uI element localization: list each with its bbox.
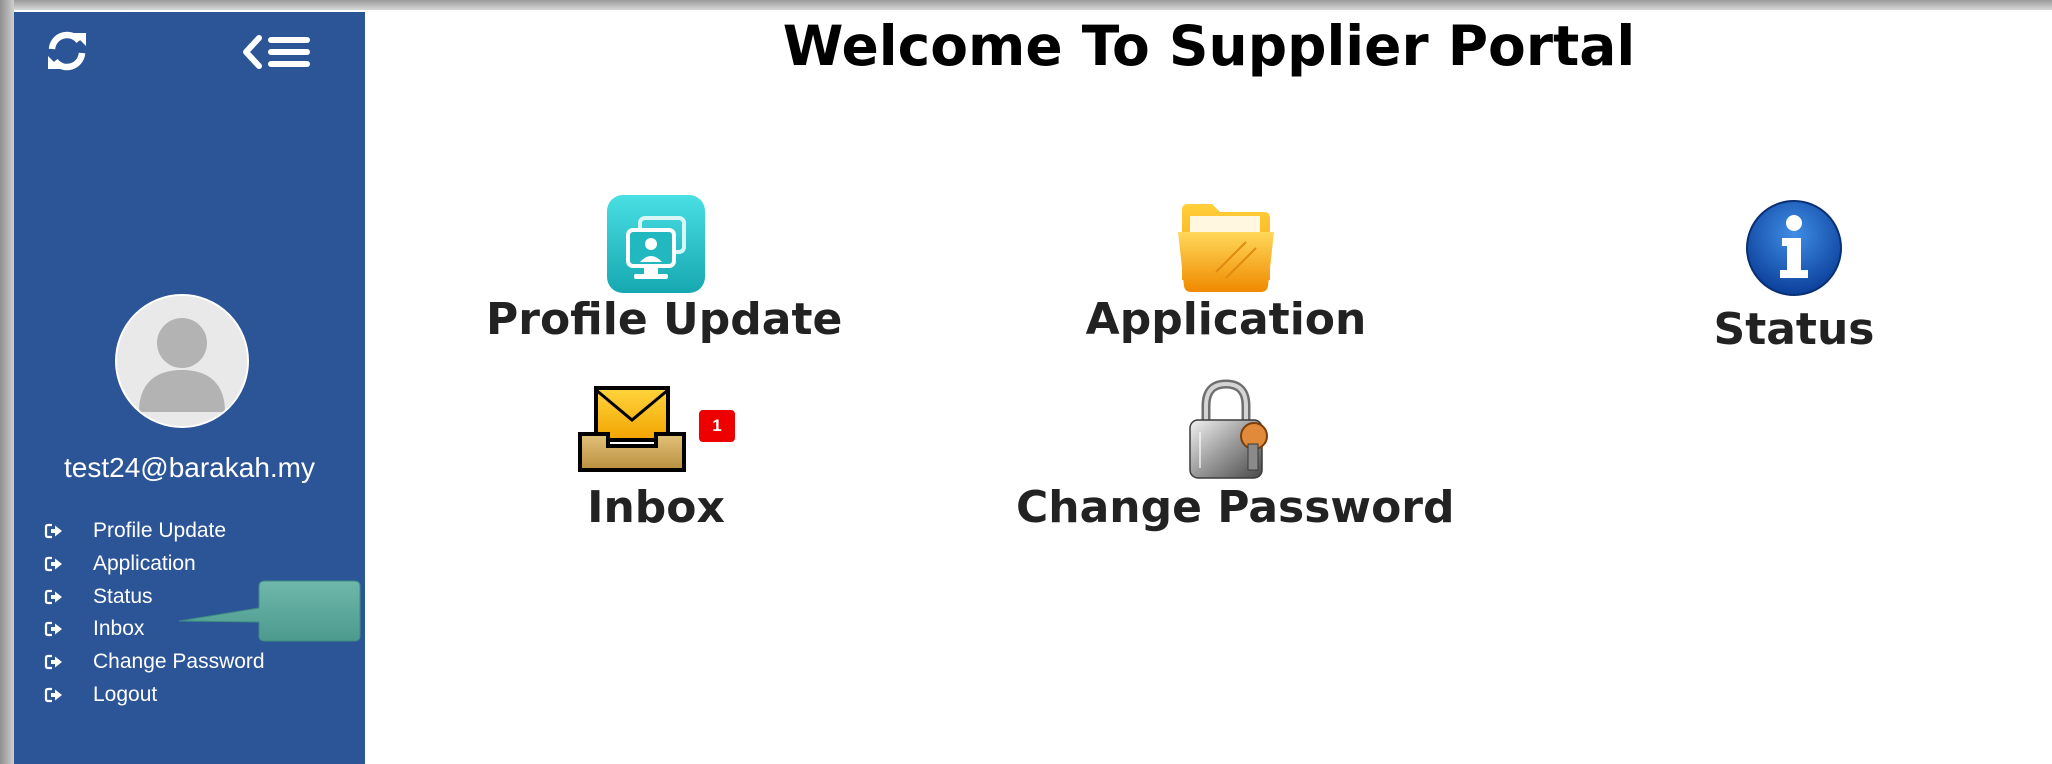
sidebar-item-label: Inbox (93, 617, 145, 641)
window-left-edge (0, 0, 14, 764)
user-placeholder-icon (117, 296, 247, 426)
refresh-button[interactable] (44, 28, 90, 74)
window-top-edge (0, 0, 2052, 10)
sidebar-item-change-password[interactable]: Change Password (44, 646, 265, 679)
inbox-tray-icon (578, 386, 686, 472)
tile-inbox[interactable]: Inbox (486, 382, 826, 542)
folder-icon (1178, 204, 1274, 292)
padlock-icon (1189, 379, 1268, 479)
sign-out-icon (44, 524, 62, 539)
tile-profile-update[interactable]: Profile Update (486, 192, 843, 352)
sign-out-icon (44, 687, 62, 702)
sidebar-item-label: Status (93, 584, 153, 608)
sign-out-icon (44, 654, 62, 670)
tile-change-password[interactable]: Change Password (1016, 378, 1455, 542)
tile-label: Change Password (1016, 482, 1455, 533)
tile-application[interactable]: Application (1056, 192, 1396, 352)
sidebar-item-logout[interactable]: Logout (44, 678, 265, 711)
sidebar-item-profile-update[interactable]: Profile Update (44, 515, 265, 548)
app-window: test24@barakah.my Profile Update Applica… (0, 0, 2052, 764)
tile-status[interactable]: Status (1624, 198, 1964, 364)
sidebar-item-label: Profile Update (93, 519, 227, 543)
callout-bubble (179, 580, 361, 642)
sidebar-item-label: Application (93, 552, 196, 576)
sign-out-icon (44, 622, 62, 637)
collapse-sidebar-button[interactable] (240, 32, 320, 74)
sign-out-icon (44, 556, 62, 572)
sidebar: test24@barakah.my Profile Update Applica… (14, 12, 365, 764)
tile-label: Inbox (587, 482, 725, 533)
avatar (115, 294, 249, 428)
tile-label: Status (1713, 304, 1875, 355)
profile-card-icon (607, 195, 705, 293)
tile-label: Application (1085, 294, 1367, 345)
inbox-unread-badge: 1 (699, 410, 735, 442)
username: test24@barakah.my (64, 452, 315, 483)
sidebar-item-label: Change Password (93, 650, 265, 674)
info-icon (1746, 200, 1842, 296)
collapse-menu-icon (243, 35, 310, 69)
sidebar-item-application[interactable]: Application (44, 548, 265, 581)
tile-label: Profile Update (486, 294, 843, 345)
refresh-icon (48, 31, 86, 71)
page-title: Welcome To Supplier Portal (782, 14, 1636, 78)
sign-out-icon (44, 589, 62, 604)
sidebar-item-label: Logout (93, 682, 158, 706)
